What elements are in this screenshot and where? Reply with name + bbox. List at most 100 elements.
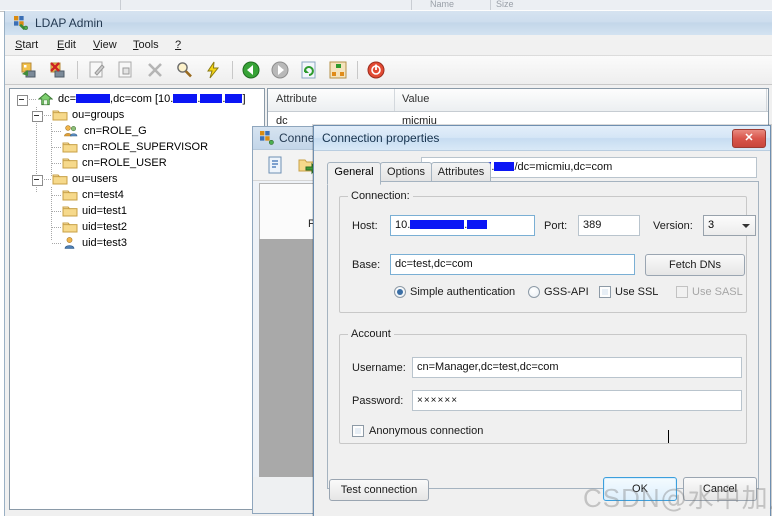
gss-api-radio[interactable]	[528, 286, 540, 298]
redaction-block	[225, 94, 243, 103]
close-icon[interactable]: ✕	[732, 129, 766, 148]
cancel-button[interactable]: Cancel	[683, 477, 757, 501]
ok-label: OK	[632, 483, 648, 495]
menu-edit[interactable]: Edit	[53, 38, 80, 52]
group-icon	[64, 125, 78, 137]
menu-tools[interactable]: Tools	[129, 38, 163, 52]
ok-button[interactable]: OK	[603, 477, 677, 501]
use-sasl-label: Use SASL	[692, 286, 743, 298]
schema-icon[interactable]	[328, 60, 348, 80]
main-titlebar: LDAP Admin	[5, 11, 772, 36]
simple-auth-label[interactable]: Simple authentication	[410, 286, 515, 298]
simple-auth-radio[interactable]	[394, 286, 406, 298]
base-value: dc=test,dc=com	[395, 258, 473, 270]
use-ssl-checkbox[interactable]	[599, 286, 611, 298]
tree-expander-users[interactable]	[32, 175, 43, 186]
close-glyph: ✕	[744, 132, 754, 144]
test-connection-button[interactable]: Test connection	[329, 479, 429, 501]
tab-general-label: General	[334, 166, 374, 178]
username-value: cn=Manager,dc=test,dc=com	[417, 361, 559, 373]
disconnect-icon[interactable]	[48, 60, 68, 80]
host-input[interactable]: 10..	[390, 215, 535, 236]
tree-root-label: dc= ,dc=com [10...]	[58, 93, 246, 105]
root-home-icon	[38, 92, 53, 106]
tree-label: cn=ROLE_G	[84, 125, 147, 137]
version-select[interactable]: 3	[703, 215, 756, 236]
redaction-block	[200, 94, 223, 103]
refresh-icon[interactable]	[299, 60, 319, 80]
folder-icon	[52, 110, 68, 121]
column-header-attribute[interactable]: Attribute	[276, 93, 317, 105]
dialog-title: Connection properties	[322, 131, 440, 145]
dialog-titlebar: Connection properties ✕	[314, 126, 770, 151]
folder-icon	[62, 190, 78, 201]
menu-start-rest: tart	[22, 39, 39, 51]
back-icon[interactable]	[241, 60, 261, 80]
connect-icon[interactable]	[19, 60, 39, 80]
anonymous-connection-label[interactable]: Anonymous connection	[369, 425, 483, 437]
tab-general[interactable]: General	[327, 162, 381, 185]
menubar: Start Edit View Tools ?	[5, 35, 772, 56]
connection-properties-dialog[interactable]: Connection properties ✕ Connection name:…	[313, 125, 771, 516]
base-input[interactable]: dc=test,dc=com	[390, 254, 635, 275]
use-ssl-label[interactable]: Use SSL	[615, 286, 658, 298]
password-value: ××××××	[417, 395, 459, 406]
ldap-admin-icon	[260, 131, 274, 145]
port-value: 389	[583, 219, 602, 231]
delete-entry-icon	[148, 63, 162, 77]
copy-entry-icon	[118, 61, 132, 78]
menu-start[interactable]: Start	[11, 38, 42, 52]
bg-column-name: Name	[430, 0, 455, 9]
menu-tools-rest: ools	[138, 39, 159, 51]
tree-expander-groups[interactable]	[32, 111, 43, 122]
screen: Name Size LDAP Admin Start Edit View Too…	[0, 0, 772, 516]
port-label: Port:	[544, 220, 568, 232]
anonymous-connection-checkbox[interactable]	[352, 425, 364, 437]
connection-group-title: Connection:	[348, 190, 413, 202]
username-label: Username:	[352, 362, 406, 374]
use-sasl-checkbox	[676, 286, 688, 298]
redaction-block	[76, 94, 111, 103]
tree-label: ou=groups	[72, 109, 125, 121]
password-label: Password:	[352, 395, 404, 407]
menu-view[interactable]: View	[89, 38, 121, 52]
tree-label: uid=test1	[82, 205, 127, 217]
column-header-value[interactable]: Value	[402, 93, 429, 105]
search-icon[interactable]	[174, 60, 194, 80]
exit-icon[interactable]	[366, 60, 386, 80]
password-input[interactable]: ××××××	[412, 390, 742, 411]
version-label: Version:	[653, 220, 693, 232]
tree-label: uid=test3	[82, 237, 127, 249]
tree-label: cn=test4	[82, 189, 124, 201]
username-input[interactable]: cn=Manager,dc=test,dc=com	[412, 357, 742, 378]
port-input[interactable]: 389	[578, 215, 640, 236]
cancel-label: Cancel	[702, 483, 738, 495]
redaction-block	[467, 220, 488, 229]
tab-attributes-label: Attributes	[437, 166, 485, 178]
host-value: 10..	[395, 219, 488, 231]
tree-expander-root[interactable]	[17, 95, 28, 106]
main-window-title: LDAP Admin	[35, 16, 103, 30]
redaction-block	[410, 220, 441, 229]
ldap-admin-icon	[14, 16, 28, 30]
folder-icon	[52, 174, 68, 185]
folder-icon	[62, 142, 78, 153]
directory-tree-pane[interactable]: dc= ,dc=com [10...] ou=groups cn=ROLE_G …	[9, 88, 265, 510]
tree-label: uid=test2	[82, 221, 127, 233]
run-icon[interactable]	[203, 60, 223, 80]
fetch-dns-label: Fetch DNs	[669, 259, 721, 271]
tab-options-label: Options	[387, 166, 425, 178]
toolbar	[5, 56, 772, 85]
edit-entry-icon	[89, 61, 105, 78]
tab-attributes[interactable]: Attributes	[431, 162, 491, 183]
new-connection-icon[interactable]	[265, 155, 285, 175]
forward-icon	[271, 61, 289, 79]
tree-label: ou=users	[72, 173, 118, 185]
menu-help[interactable]: ?	[171, 38, 185, 52]
gss-api-label[interactable]: GSS-API	[544, 286, 589, 298]
account-group-title: Account	[348, 328, 394, 340]
tab-options[interactable]: Options	[380, 162, 432, 183]
menu-edit-rest: dit	[64, 39, 76, 51]
dialog-tabs: General Options Attributes	[327, 162, 757, 185]
fetch-dns-button[interactable]: Fetch DNs	[645, 254, 745, 276]
